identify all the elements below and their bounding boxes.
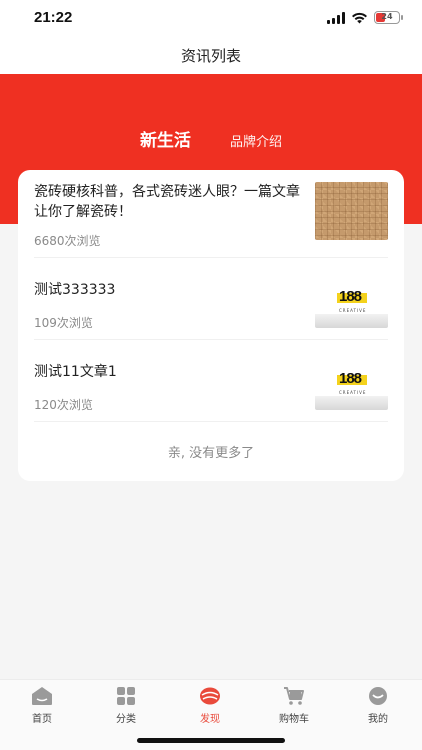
tabbar-item-category[interactable]: 分类 [84,686,168,725]
battery-level: 24 [381,12,393,21]
list-item[interactable]: 瓷砖硬核科普，各式瓷砖迷人眼？一篇文章让你了解瓷砖！ 6680次浏览 [18,170,404,258]
article-views: 120次浏览 [34,398,93,412]
article-title: 测试11文章1 [34,364,117,380]
article-title: 测试333333 [34,282,116,298]
signal-icon [327,11,345,24]
article-title: 瓷砖硬核科普，各式瓷砖迷人眼？一篇文章让你了解瓷砖！ [34,184,300,220]
tabbar-item-home[interactable]: 首页 [0,686,84,725]
list-end-text: 亲, 没有更多了 [167,446,255,461]
battery-icon: 24 [374,11,403,24]
article-views: 109次浏览 [34,316,93,330]
divider [34,421,388,422]
brand-logo: 188 [337,288,371,305]
cart-icon [284,687,304,705]
status-icons: 24 [327,11,403,24]
tab-new-life[interactable]: 新生活 [140,126,191,151]
tabbar-item-profile[interactable]: 我的 [336,686,420,725]
tabbar-item-cart[interactable]: 购物车 [252,686,336,725]
status-bar: 21:22 24 [0,0,422,38]
profile-icon [369,687,387,705]
page-title: 资讯列表 [180,47,241,65]
tabbar-item-discover[interactable]: 发现 [168,686,252,725]
nav-bar: 资讯列表 [0,38,422,74]
status-time: 21:22 [34,9,73,26]
article-thumbnail [315,182,388,240]
article-views: 6680次浏览 [34,234,101,248]
discover-icon [200,687,220,705]
wifi-icon [352,12,367,23]
home-indicator [137,738,285,743]
list-item[interactable]: 测试333333 109次浏览 188 CREATIVE [18,258,404,340]
grid-icon [117,687,135,705]
brand-logo: 188 [337,370,371,387]
list-item[interactable]: 测试11文章1 120次浏览 188 CREATIVE [18,340,404,422]
category-tabs: 新生活 品牌介绍 [0,126,422,151]
article-thumbnail: 188 CREATIVE [315,270,388,328]
article-thumbnail: 188 CREATIVE [315,352,388,410]
home-icon [32,687,52,705]
tab-brand-intro[interactable]: 品牌介绍 [230,131,282,150]
article-list: 瓷砖硬核科普，各式瓷砖迷人眼？一篇文章让你了解瓷砖！ 6680次浏览 测试333… [18,170,404,481]
